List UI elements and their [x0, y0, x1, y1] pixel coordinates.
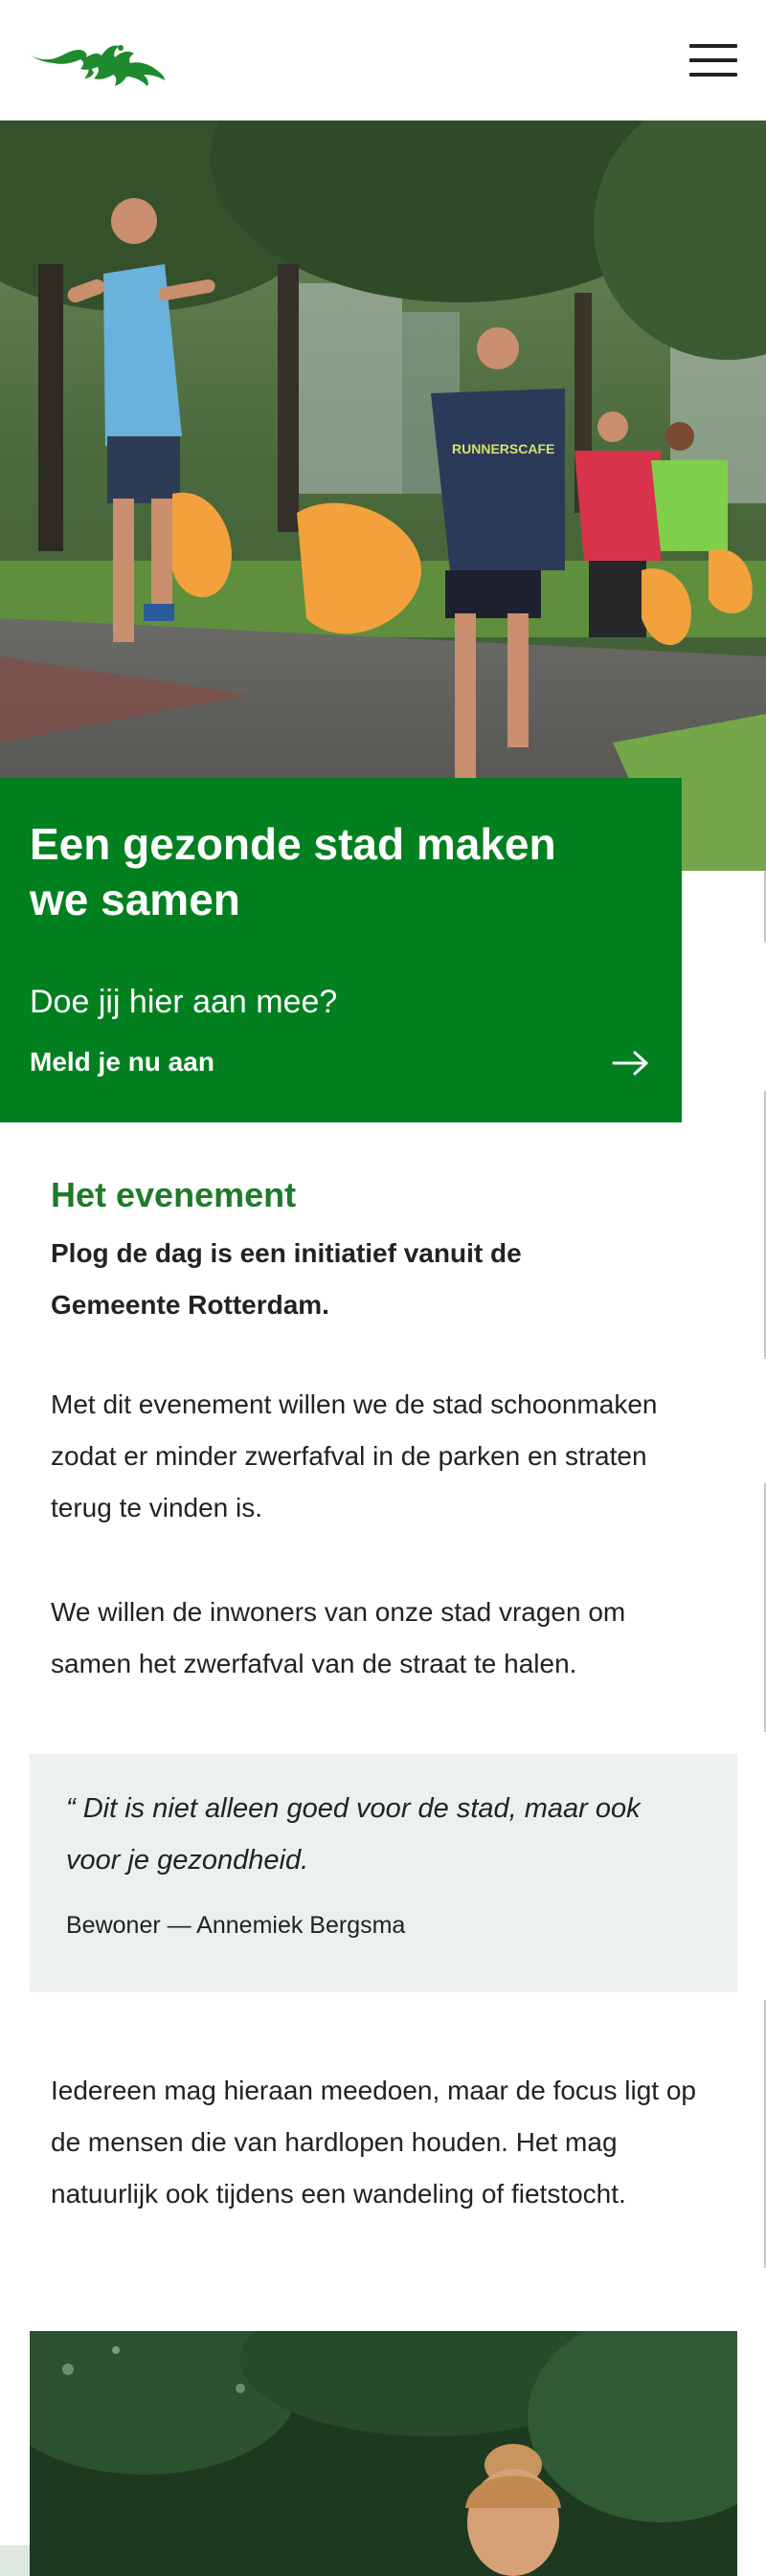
testimonial-quote: “ Dit is niet alleen goed voor de stad, … [30, 1754, 737, 1992]
quote-attribution: Bewoner — Annemiek Bergsma [66, 1912, 406, 1939]
woman-runner-photo [30, 2331, 737, 2576]
event-section: Het evenement Plog de dag is een initiat… [0, 1122, 766, 2576]
hero-image: RUNNERSCAFE [0, 121, 766, 871]
rotterdam-logo[interactable] [29, 36, 167, 88]
body-paragraph: Met dit evenement willen we de stad scho… [51, 1389, 658, 1522]
signup-link-label: Meld je nu aan [30, 1047, 214, 1077]
section-heading: Het evenement [51, 1175, 297, 1214]
runner-photo [30, 2331, 737, 2576]
cta-callout: Een gezonde stad maken we samen Doe jij … [0, 778, 682, 1122]
callout-question: Doe jij hier aan mee? [30, 984, 338, 1020]
callout-title: Een gezonde stad maken we samen [30, 819, 556, 924]
page: RUNNERSCAFE Een gezonde stad maken we sa… [0, 0, 766, 2576]
intro-lead: Plog de dag is een initiatief vanuit de … [51, 1238, 522, 1320]
body-paragraph: We willen de inwoners van onze stad vrag… [51, 1597, 626, 1678]
body-paragraph: Iedereen mag hieraan meedoen, maar de fo… [51, 2076, 696, 2209]
runners-photo: RUNNERSCAFE [0, 121, 766, 871]
menu-icon-bar [689, 44, 737, 48]
signup-link[interactable]: Meld je nu aan [30, 1043, 652, 1085]
hamburger-menu-button[interactable] [682, 36, 743, 84]
shirt-print: RUNNERSCAFE [452, 441, 554, 456]
quote-text: “ Dit is niet alleen goed voor de stad, … [66, 1793, 641, 1876]
rotterdam-lion-logo-icon [31, 45, 165, 86]
menu-icon-bar [689, 58, 737, 62]
arrow-right-icon [612, 1051, 648, 1076]
site-header [0, 0, 766, 121]
page-edge-strip [0, 2545, 30, 2576]
menu-icon-bar [689, 73, 737, 77]
